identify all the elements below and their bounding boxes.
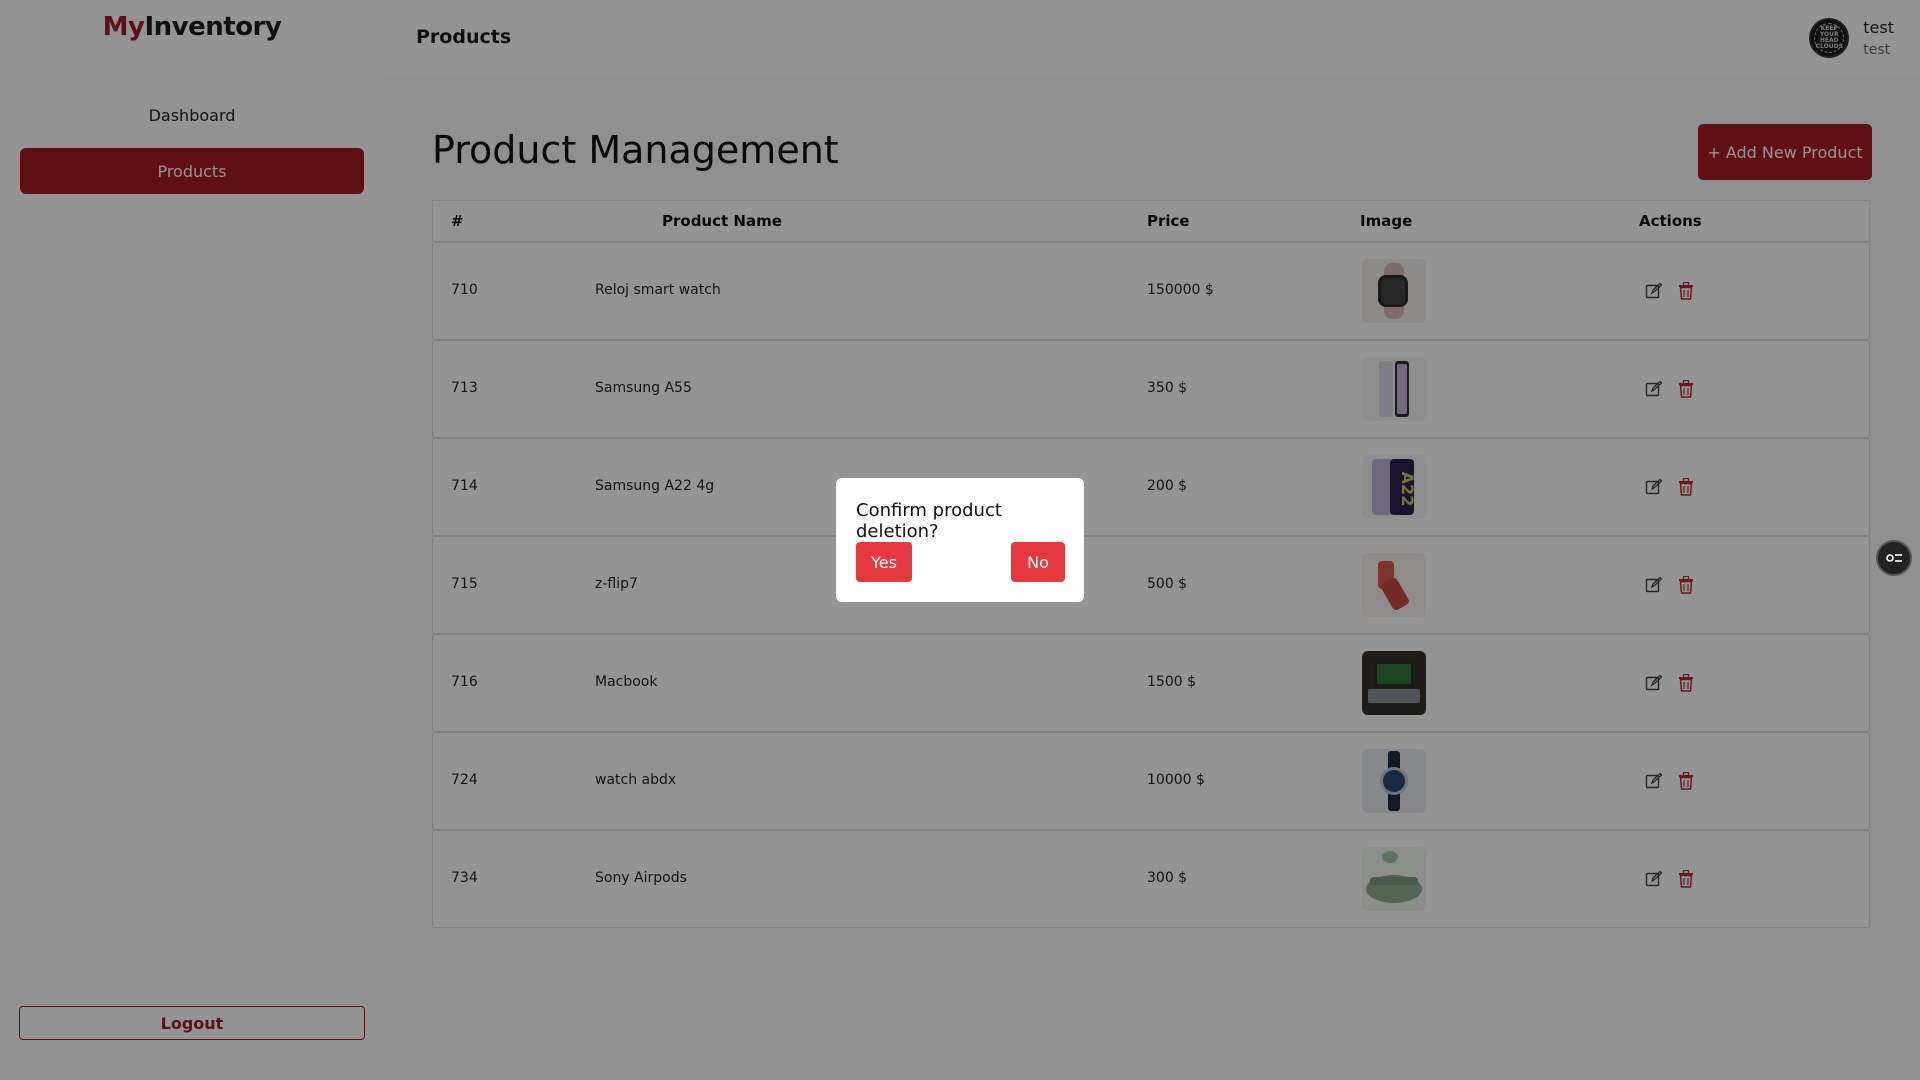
confirm-delete-dialog: Confirm product deletion? Yes No [836,478,1084,602]
confirm-no-button[interactable]: No [1011,542,1065,582]
dialog-message: Confirm product deletion? [856,500,1002,542]
floating-toggle-icon[interactable] [1876,540,1912,576]
confirm-yes-button[interactable]: Yes [856,542,912,582]
